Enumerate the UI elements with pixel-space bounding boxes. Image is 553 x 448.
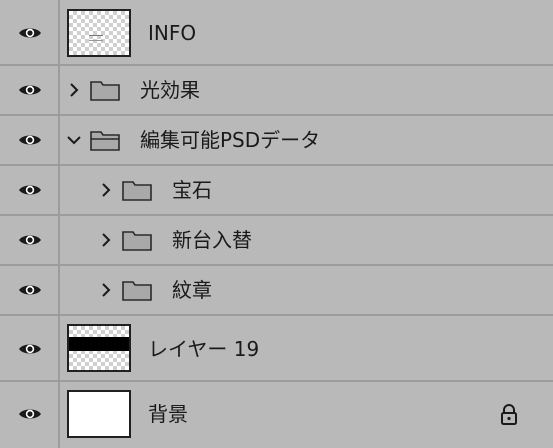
folder-icon xyxy=(90,131,120,151)
visibility-cell[interactable] xyxy=(0,266,60,314)
layer-row-group[interactable]: 宝石 xyxy=(0,166,553,216)
visibility-cell[interactable] xyxy=(0,316,60,380)
eye-icon[interactable] xyxy=(18,283,42,297)
chevron-right-icon[interactable] xyxy=(99,282,113,298)
layer-row-group[interactable]: 新台入替 xyxy=(0,216,553,266)
eye-icon[interactable] xyxy=(18,83,42,97)
layer-row-group[interactable]: 紋章 xyxy=(0,266,553,316)
chevron-down-icon[interactable] xyxy=(66,132,82,148)
layer-row-background[interactable]: 背景 xyxy=(0,382,553,448)
layer-thumbnail[interactable] xyxy=(67,390,131,438)
eye-icon[interactable] xyxy=(18,407,42,421)
visibility-cell[interactable] xyxy=(0,216,60,264)
lock-icon[interactable] xyxy=(498,403,520,425)
visibility-cell[interactable] xyxy=(0,0,60,64)
chevron-right-icon[interactable] xyxy=(99,232,113,248)
visibility-cell[interactable] xyxy=(0,66,60,114)
folder-icon xyxy=(122,231,152,251)
layer-name[interactable]: 編集可能PSDデータ xyxy=(140,128,320,152)
eye-icon[interactable] xyxy=(18,183,42,197)
folder-icon xyxy=(122,181,152,201)
layer-name[interactable]: 光効果 xyxy=(140,78,200,102)
layer-thumbnail[interactable] xyxy=(67,9,131,57)
folder-icon xyxy=(122,281,152,301)
layer-name[interactable]: レイヤー 19 xyxy=(148,337,259,361)
eye-icon[interactable] xyxy=(18,133,42,147)
thumbnail-content xyxy=(69,337,129,351)
thumbnail-content xyxy=(89,35,103,41)
chevron-right-icon[interactable] xyxy=(67,82,81,98)
layer-name[interactable]: INFO xyxy=(148,21,196,45)
layer-row-pixel[interactable]: レイヤー 19 xyxy=(0,316,553,382)
layer-name[interactable]: 宝石 xyxy=(172,178,212,202)
layer-row-info[interactable]: INFO xyxy=(0,0,553,66)
visibility-cell[interactable] xyxy=(0,382,60,448)
layers-panel: INFO 光効果 編集可能PSDデータ 宝石 新台入替 紋章 レイヤー 19 背… xyxy=(0,0,553,448)
layer-row-group[interactable]: 光効果 xyxy=(0,66,553,116)
layer-thumbnail[interactable] xyxy=(67,324,131,372)
layer-name[interactable]: 新台入替 xyxy=(172,228,252,252)
folder-icon xyxy=(90,81,120,101)
eye-icon[interactable] xyxy=(18,26,42,40)
layer-name[interactable]: 背景 xyxy=(148,402,188,426)
layer-name[interactable]: 紋章 xyxy=(172,278,212,302)
eye-icon[interactable] xyxy=(18,342,42,356)
eye-icon[interactable] xyxy=(18,233,42,247)
visibility-cell[interactable] xyxy=(0,166,60,214)
chevron-right-icon[interactable] xyxy=(99,182,113,198)
layer-row-group[interactable]: 編集可能PSDデータ xyxy=(0,116,553,166)
visibility-cell[interactable] xyxy=(0,116,60,164)
